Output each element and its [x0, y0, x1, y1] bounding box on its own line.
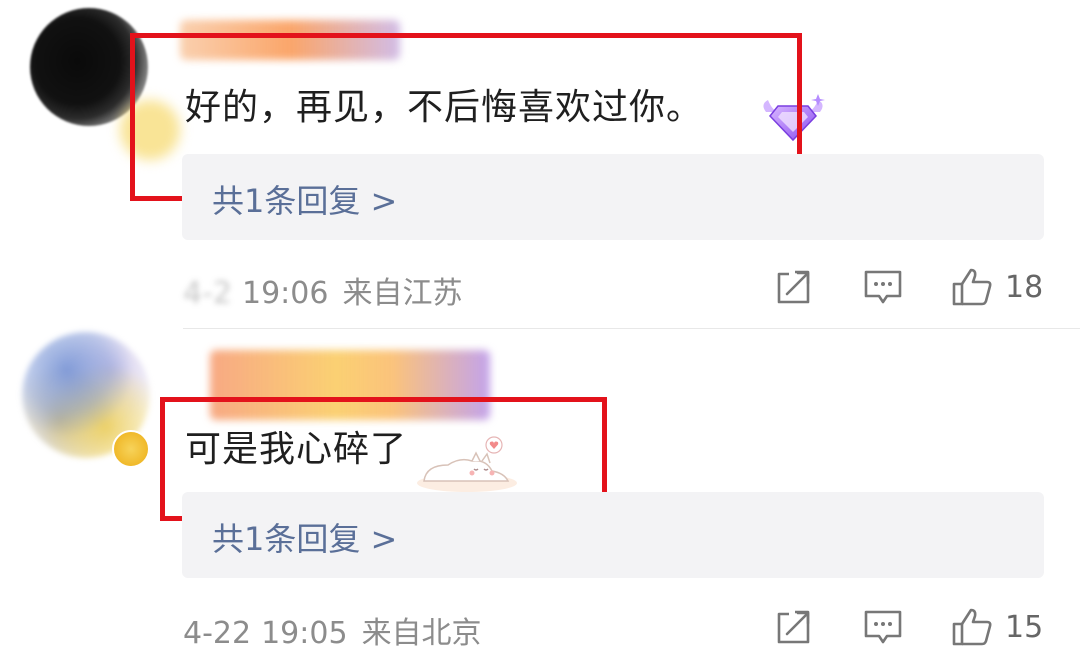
like-count: 18: [1005, 269, 1044, 305]
reply-box[interactable]: 共1条回复 >: [182, 154, 1044, 240]
comment-icon: [864, 270, 902, 304]
share-icon: [777, 270, 810, 304]
view-replies-link[interactable]: 共1条回复 >: [212, 176, 397, 222]
comment-item-2: 可是我心碎了 共1条回复 > 4-22 19:05 来自北京 15: [0, 330, 1080, 651]
comment-icon: [864, 610, 902, 644]
comment-meta: 4-2 19:06 来自江苏 18: [183, 262, 1044, 312]
comment-time: 19:06: [242, 276, 329, 311]
divider: [183, 328, 1080, 329]
comment-date: 4-2: [183, 276, 232, 311]
comment-button[interactable]: [863, 262, 903, 312]
share-icon: [777, 610, 810, 644]
view-replies-link[interactable]: 共1条回复 >: [212, 514, 397, 560]
comment-location: 来自北京: [361, 616, 482, 651]
thumbs-up-icon: [952, 608, 992, 646]
comment-location: 来自江苏: [342, 276, 463, 311]
comment-date: 4-22: [183, 616, 252, 651]
like-count: 15: [1005, 609, 1044, 645]
comment-time: 19:05: [261, 616, 348, 651]
comment-meta: 4-22 19:05 来自北京 15: [183, 602, 1044, 652]
comment-timestamp: 4-2 19:06 来自江苏: [183, 268, 462, 312]
comment-item-1: 好的，再见，不后悔喜欢过你。 共1条回复 > 4-2 19:06 来自江苏 18: [0, 0, 1080, 330]
share-button[interactable]: [775, 602, 813, 652]
verified-badge-icon: [112, 430, 150, 468]
like-button[interactable]: 18: [951, 262, 1043, 312]
like-button[interactable]: 15: [951, 602, 1043, 652]
share-button[interactable]: [775, 262, 813, 312]
comment-button[interactable]: [863, 602, 903, 652]
reply-box[interactable]: 共1条回复 >: [182, 492, 1044, 578]
thumbs-up-icon: [952, 268, 992, 306]
comment-timestamp: 4-22 19:05 来自北京: [183, 608, 482, 652]
